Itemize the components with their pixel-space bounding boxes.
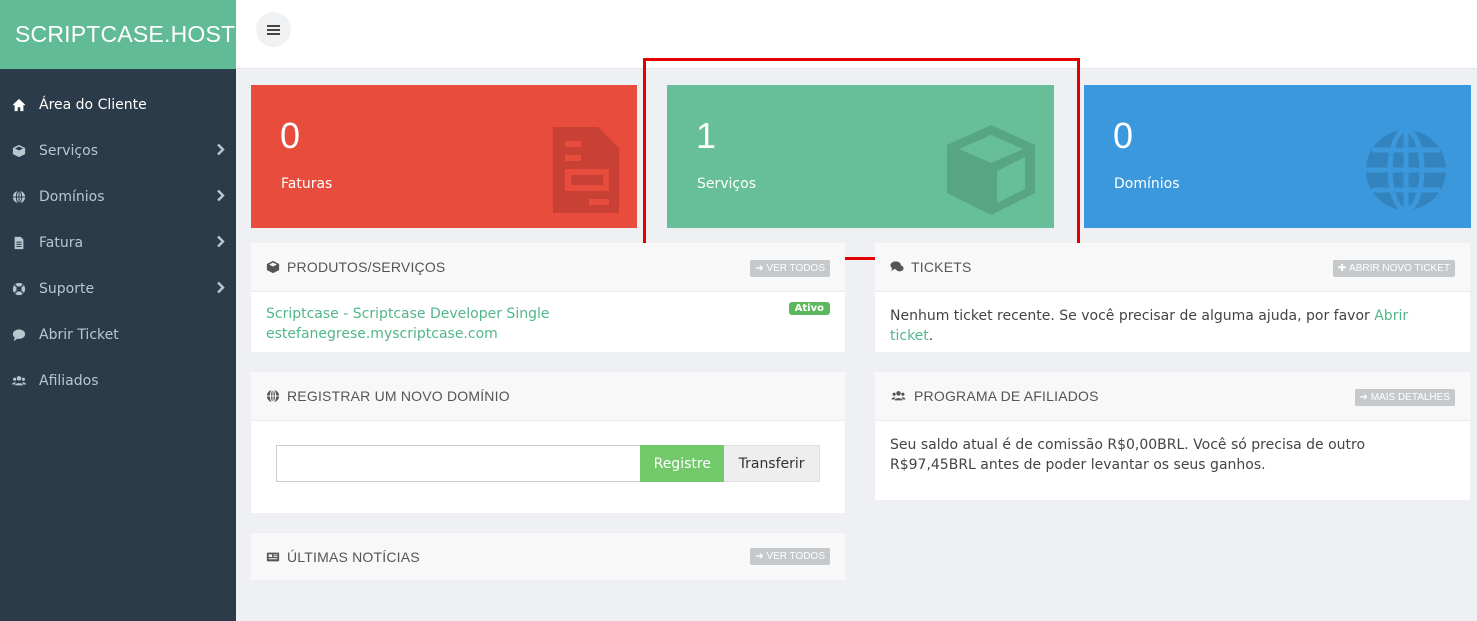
home-icon <box>11 97 27 113</box>
panel-header: PROGRAMA DE AFILIADOS ➔ MAIS DETALHES <box>875 372 1470 421</box>
sidebar-item-label: Abrir Ticket <box>39 327 119 343</box>
stat-label: Domínios <box>1114 176 1180 192</box>
button-label: MAIS DETALHES <box>1370 392 1450 403</box>
life-ring-icon <box>11 281 27 297</box>
sidebar-item-dominios[interactable]: Domínios <box>0 174 236 220</box>
cube-icon <box>266 260 280 274</box>
topbar <box>236 0 1477 69</box>
sidebar-item-label: Suporte <box>39 281 95 297</box>
plus-icon: ✚ <box>1337 263 1350 274</box>
stat-count: 1 <box>696 115 717 156</box>
tickets-message: Nenhum ticket recente. Se você precisar … <box>890 308 1375 324</box>
panel-afiliados: PROGRAMA DE AFILIADOS ➔ MAIS DETALHES Se… <box>875 372 1470 500</box>
affiliates-text: Seu saldo atual é de comissão R$0,00BRL.… <box>890 437 1366 473</box>
panel-registrar-dominio: REGISTRAR UM NOVO DOMÍNIO Registre Trans… <box>251 372 845 513</box>
sidebar-item-label: Serviços <box>39 143 98 159</box>
panel-title: PROGRAMA DE AFILIADOS <box>914 388 1099 404</box>
panel-header: ÚLTIMAS NOTÍCIAS ➔ VER TODOS <box>251 533 845 580</box>
transferir-button[interactable]: Transferir <box>724 445 820 482</box>
ver-todos-noticias-button[interactable]: ➔ VER TODOS <box>750 548 830 565</box>
ver-todos-button[interactable]: ➔ VER TODOS <box>750 260 830 277</box>
chevron-right-icon <box>216 143 226 157</box>
service-domain-link[interactable]: estefanegrese.myscriptcase.com <box>266 326 498 342</box>
panel-ultimas-noticias: ÚLTIMAS NOTÍCIAS ➔ VER TODOS <box>251 533 845 580</box>
sidebar-item-area-cliente[interactable]: Área do Cliente <box>0 82 236 128</box>
chevron-right-icon <box>216 281 226 295</box>
sidebar-item-afiliados[interactable]: Afiliados <box>0 358 236 404</box>
panel-title: ÚLTIMAS NOTÍCIAS <box>287 548 420 565</box>
registre-button[interactable]: Registre <box>640 445 725 482</box>
domain-input[interactable] <box>276 445 641 482</box>
brand-logo[interactable]: SCRIPTCASE.HOST <box>0 0 236 69</box>
stat-servicos[interactable]: 1 Serviços <box>667 85 1054 228</box>
service-link[interactable]: Scriptcase - Scriptcase Developer Single <box>266 306 549 322</box>
mais-detalhes-button[interactable]: ➔ MAIS DETALHES <box>1354 389 1455 406</box>
sidebar-item-abrir-ticket[interactable]: Abrir Ticket <box>0 312 236 358</box>
arrow-right-icon: ➔ <box>755 551 767 562</box>
sidebar-item-suporte[interactable]: Suporte <box>0 266 236 312</box>
sidebar-item-label: Fatura <box>39 235 84 251</box>
globe-icon <box>266 389 280 403</box>
panel-title: TICKETS <box>911 259 972 275</box>
panel-produtos-servicos: PRODUTOS/SERVIÇOS ➔ VER TODOS Scriptcase… <box>251 243 845 352</box>
arrow-right-icon: ➔ <box>755 263 767 274</box>
sidebar-item-label: Domínios <box>39 189 105 205</box>
sidebar-nav: Área do Cliente Serviços Domínios Fatura… <box>0 69 236 404</box>
newspaper-icon <box>266 550 280 564</box>
comment-icon <box>11 327 27 343</box>
users-icon <box>890 389 907 403</box>
panel-header: REGISTRAR UM NOVO DOMÍNIO <box>251 372 845 421</box>
domain-search-form: Registre Transferir <box>276 445 820 482</box>
panel-header: PRODUTOS/SERVIÇOS ➔ VER TODOS <box>251 243 845 292</box>
globe-icon <box>1366 127 1446 213</box>
sidebar-item-servicos[interactable]: Serviços <box>0 128 236 174</box>
button-label: ABRIR NOVO TICKET <box>1349 263 1450 274</box>
panel-title: REGISTRAR UM NOVO DOMÍNIO <box>287 388 510 404</box>
button-label: VER TODOS <box>766 551 825 562</box>
panel-body: Seu saldo atual é de comissão R$0,00BRL.… <box>875 421 1470 487</box>
button-label: VER TODOS <box>766 263 825 274</box>
abrir-novo-ticket-button[interactable]: ✚ ABRIR NOVO TICKET <box>1332 260 1455 277</box>
cube-icon <box>11 143 27 159</box>
arrow-right-icon: ➔ <box>1359 392 1371 403</box>
cube-icon <box>947 125 1035 215</box>
stat-dominios[interactable]: 0 Domínios <box>1084 85 1471 228</box>
file-icon <box>11 235 27 251</box>
panel-header: TICKETS ✚ ABRIR NOVO TICKET <box>875 243 1470 292</box>
sidebar: SCRIPTCASE.HOST Área do Cliente Serviços… <box>0 0 236 621</box>
hamburger-icon <box>267 24 280 35</box>
comments-icon <box>890 260 904 274</box>
panel-title: PRODUTOS/SERVIÇOS <box>287 259 446 275</box>
globe-icon <box>11 189 27 205</box>
sidebar-item-fatura[interactable]: Fatura <box>0 220 236 266</box>
stat-faturas[interactable]: 0 Faturas <box>251 85 637 228</box>
stat-count: 0 <box>1113 115 1134 156</box>
stat-label: Faturas <box>281 176 333 192</box>
sidebar-item-label: Afiliados <box>39 373 99 389</box>
panel-tickets: TICKETS ✚ ABRIR NOVO TICKET Nenhum ticke… <box>875 243 1470 352</box>
status-badge: Ativo <box>788 302 830 315</box>
chevron-right-icon <box>216 235 226 249</box>
chevron-right-icon <box>216 189 226 203</box>
panel-body: Scriptcase - Scriptcase Developer Single… <box>251 292 845 356</box>
tickets-suffix: . <box>928 328 934 344</box>
panel-body: Nenhum ticket recente. Se você precisar … <box>875 292 1470 358</box>
stat-count: 0 <box>280 115 301 156</box>
users-icon <box>11 373 27 389</box>
sidebar-item-label: Área do Cliente <box>39 97 147 113</box>
invoice-icon <box>553 127 619 213</box>
menu-toggle-button[interactable] <box>256 12 291 47</box>
stat-label: Serviços <box>697 176 756 192</box>
